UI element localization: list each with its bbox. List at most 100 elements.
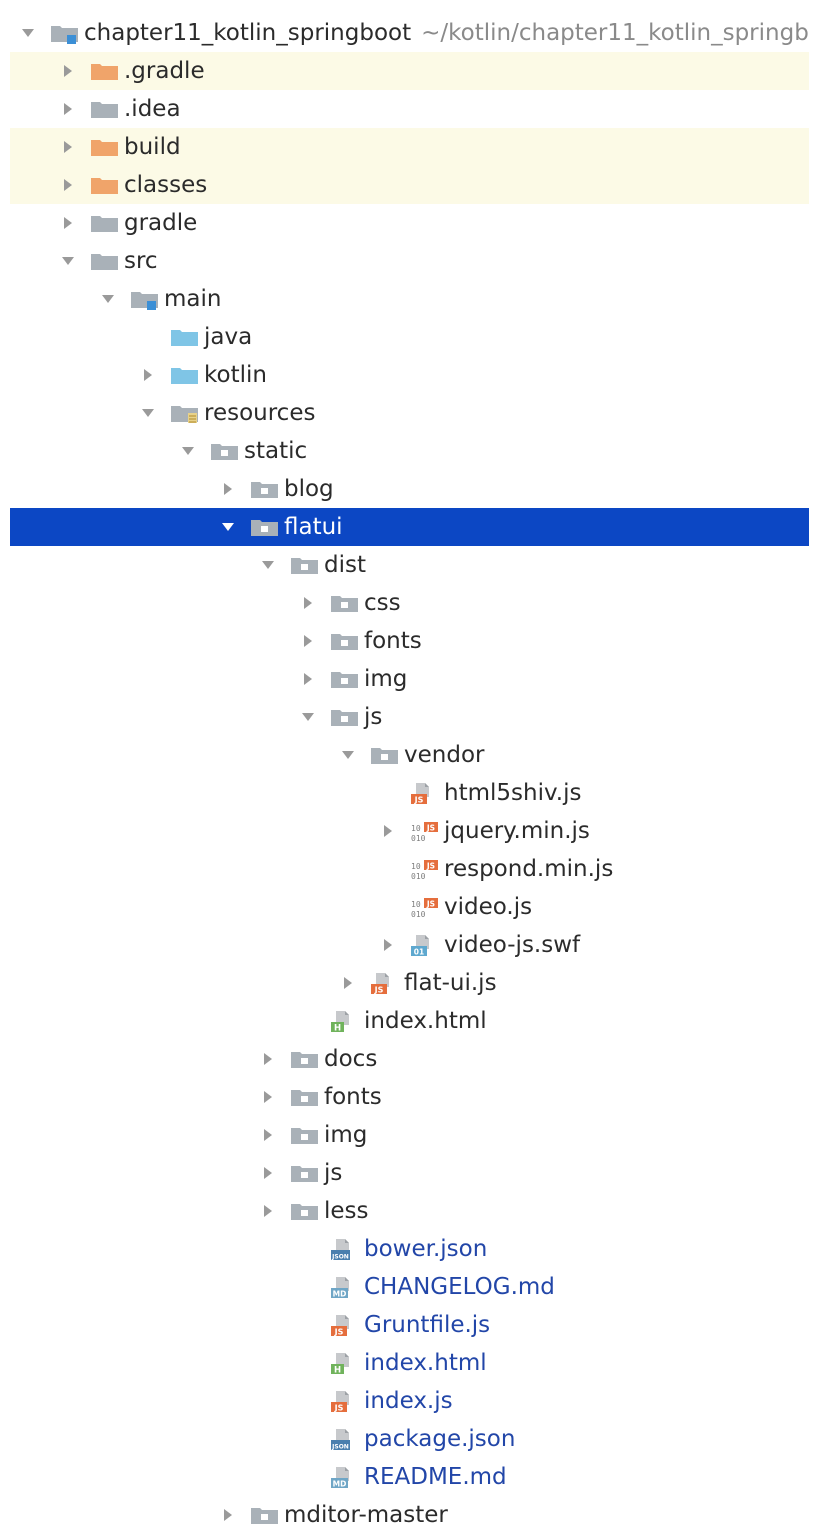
- tree-row-flatui[interactable]: flatui: [10, 508, 809, 546]
- tree-row-kotlin[interactable]: kotlin: [10, 356, 809, 394]
- arrow-spacer: [298, 1239, 318, 1259]
- tree-row-mditor-master[interactable]: mditor-master: [10, 1496, 809, 1530]
- chevron-right-icon[interactable]: [378, 935, 398, 955]
- tree-row-src[interactable]: src: [10, 242, 809, 280]
- tree-item-label: respond.min.js: [444, 856, 614, 882]
- tree-row-dist[interactable]: dist: [10, 546, 809, 584]
- svg-text:JS: JS: [426, 862, 435, 871]
- tree-row-img[interactable]: img: [10, 1116, 809, 1154]
- tree-item-label: resources: [204, 400, 316, 426]
- chevron-down-icon[interactable]: [258, 555, 278, 575]
- tree-row-js[interactable]: js: [10, 698, 809, 736]
- tree-row-fonts[interactable]: fonts: [10, 622, 809, 660]
- chevron-right-icon[interactable]: [258, 1163, 278, 1183]
- md-file-icon: MD: [330, 1276, 360, 1298]
- project-name: chapter11_kotlin_springboot: [84, 20, 412, 46]
- chevron-right-icon[interactable]: [258, 1049, 278, 1069]
- tree-item-label: build: [124, 134, 181, 160]
- chevron-down-icon[interactable]: [338, 745, 358, 765]
- tree-item-label: jquery.min.js: [444, 818, 590, 844]
- svg-text:10: 10: [411, 900, 421, 909]
- tree-row-readme-md[interactable]: MD README.md: [10, 1458, 809, 1496]
- chevron-right-icon[interactable]: [258, 1201, 278, 1221]
- arrow-spacer: [298, 1391, 318, 1411]
- tree-row-index-js[interactable]: JS index.js: [10, 1382, 809, 1420]
- tree-row-bower-json[interactable]: JSON bower.json: [10, 1230, 809, 1268]
- tree-row-gruntfile-js[interactable]: JS Gruntfile.js: [10, 1306, 809, 1344]
- package-folder-icon: [290, 554, 320, 576]
- svg-text:JS: JS: [374, 986, 384, 995]
- chevron-down-icon[interactable]: [298, 707, 318, 727]
- chevron-right-icon[interactable]: [58, 137, 78, 157]
- tree-row-main[interactable]: main: [10, 280, 809, 318]
- chevron-down-icon[interactable]: [18, 23, 38, 43]
- chevron-right-icon[interactable]: [338, 973, 358, 993]
- tree-item-label: img: [324, 1122, 368, 1148]
- tree-row-gradle[interactable]: gradle: [10, 204, 809, 242]
- tree-item-label: bower.json: [364, 1236, 488, 1262]
- chevron-right-icon[interactable]: [298, 631, 318, 651]
- tree-row-index-html[interactable]: Hindex.html: [10, 1344, 809, 1382]
- tree-row-respond-min-js[interactable]: 10 010 JS respond.min.js: [10, 850, 809, 888]
- chevron-down-icon[interactable]: [58, 251, 78, 271]
- tree-row-classes[interactable]: classes: [10, 166, 809, 204]
- tree-row-index-html[interactable]: Hindex.html: [10, 1002, 809, 1040]
- tree-row-js[interactable]: js: [10, 1154, 809, 1192]
- tree-row-package-json[interactable]: JSON package.json: [10, 1420, 809, 1458]
- tree-row-css[interactable]: css: [10, 584, 809, 622]
- chevron-down-icon[interactable]: [218, 517, 238, 537]
- tree-row--idea[interactable]: .idea: [10, 90, 809, 128]
- tree-row-video-js[interactable]: 10 010 JS video.js: [10, 888, 809, 926]
- chevron-right-icon[interactable]: [218, 1505, 238, 1525]
- tree-row-build[interactable]: build: [10, 128, 809, 166]
- project-tree: chapter11_kotlin_springboot ~/kotlin/cha…: [10, 14, 809, 1530]
- tree-item-label: java: [204, 324, 253, 350]
- chevron-right-icon[interactable]: [298, 593, 318, 613]
- chevron-right-icon[interactable]: [138, 365, 158, 385]
- tree-row-flat-ui-js[interactable]: JS flat-ui.js: [10, 964, 809, 1002]
- arrow-spacer: [378, 859, 398, 879]
- chevron-right-icon[interactable]: [58, 61, 78, 81]
- chevron-right-icon[interactable]: [298, 669, 318, 689]
- tree-row-img[interactable]: img: [10, 660, 809, 698]
- svg-text:JS: JS: [334, 1404, 344, 1413]
- tree-row-vendor[interactable]: vendor: [10, 736, 809, 774]
- chevron-right-icon[interactable]: [58, 175, 78, 195]
- tree-row-changelog-md[interactable]: MD CHANGELOG.md: [10, 1268, 809, 1306]
- tree-item-label: fonts: [364, 628, 422, 654]
- tree-item-label: main: [164, 286, 222, 312]
- chevron-right-icon[interactable]: [378, 821, 398, 841]
- module-folder-icon: [130, 288, 160, 310]
- chevron-right-icon[interactable]: [258, 1125, 278, 1145]
- chevron-right-icon[interactable]: [218, 479, 238, 499]
- tree-row-fonts[interactable]: fonts: [10, 1078, 809, 1116]
- minified-js-file-icon: 10 010 JS: [410, 820, 440, 842]
- chevron-down-icon[interactable]: [98, 289, 118, 309]
- chevron-right-icon[interactable]: [258, 1087, 278, 1107]
- chevron-right-icon[interactable]: [58, 213, 78, 233]
- tree-row-java[interactable]: java: [10, 318, 809, 356]
- tree-row-project-root[interactable]: chapter11_kotlin_springboot ~/kotlin/cha…: [10, 14, 809, 52]
- tree-row-jquery-min-js[interactable]: 10 010 JS jquery.min.js: [10, 812, 809, 850]
- resources-folder-icon: [170, 402, 200, 424]
- svg-text:010: 010: [411, 872, 426, 880]
- tree-row-resources[interactable]: resources: [10, 394, 809, 432]
- tree-row-static[interactable]: static: [10, 432, 809, 470]
- tree-row-video-js-swf[interactable]: 01 video-js.swf: [10, 926, 809, 964]
- tree-row-less[interactable]: less: [10, 1192, 809, 1230]
- chevron-down-icon[interactable]: [138, 403, 158, 423]
- arrow-spacer: [298, 1011, 318, 1031]
- tree-row-html5shiv-js[interactable]: JS html5shiv.js: [10, 774, 809, 812]
- project-tree-panel: chapter11_kotlin_springboot ~/kotlin/cha…: [10, 10, 809, 1530]
- chevron-right-icon[interactable]: [58, 99, 78, 119]
- svg-text:H: H: [334, 1024, 341, 1033]
- tree-row-blog[interactable]: blog: [10, 470, 809, 508]
- tree-item-label: dist: [324, 552, 366, 578]
- arrow-spacer: [298, 1315, 318, 1335]
- minified-js-file-icon: 10 010 JS: [410, 858, 440, 880]
- package-folder-icon: [330, 668, 360, 690]
- chevron-down-icon[interactable]: [178, 441, 198, 461]
- tree-row-docs[interactable]: docs: [10, 1040, 809, 1078]
- tree-row--gradle[interactable]: .gradle: [10, 52, 809, 90]
- svg-text:JS: JS: [426, 824, 435, 833]
